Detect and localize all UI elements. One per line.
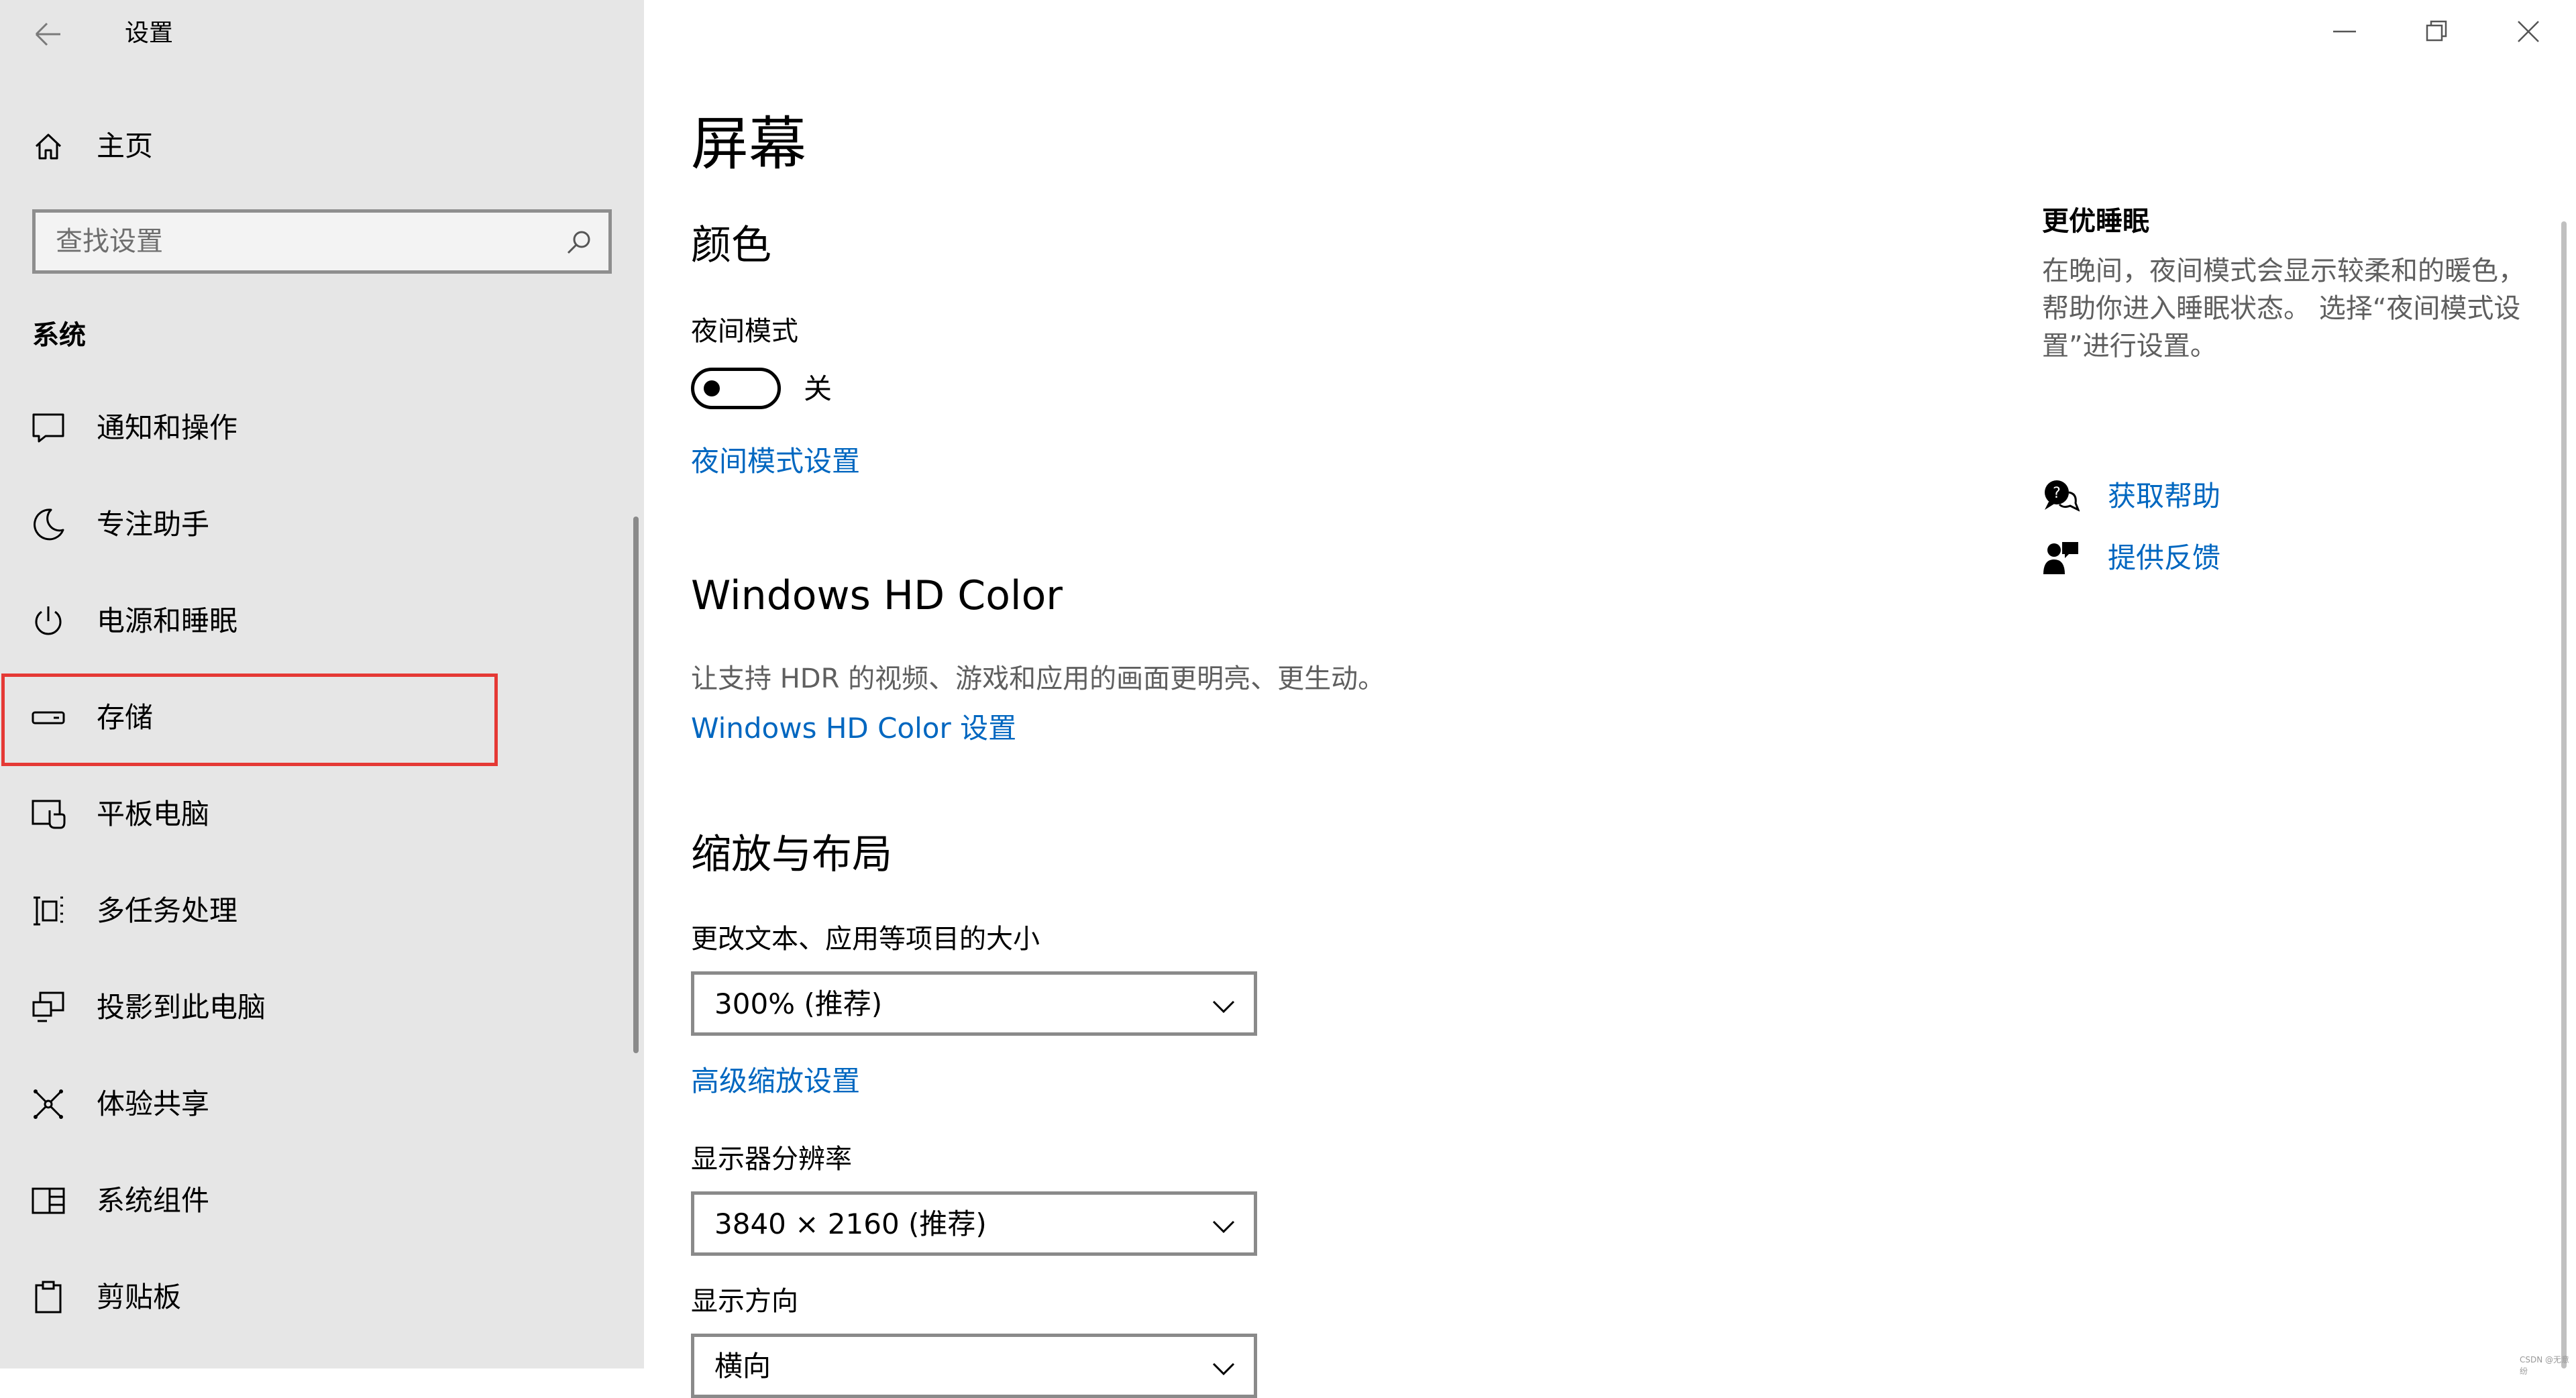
orientation-label: 显示方向 [691, 1286, 798, 1317]
home-label: 主页 [97, 129, 154, 162]
sidebar-item-sound[interactable]: 声音 [0, 373, 631, 380]
storage-icon [32, 711, 65, 724]
multitasking-icon [34, 896, 63, 926]
clipboard-icon [35, 1281, 62, 1313]
window-title: 设置 [125, 19, 174, 47]
resolution-dropdown-value: 3840 × 2160 (推荐) [714, 1207, 987, 1240]
chevron-down-icon [1212, 1220, 1235, 1234]
get-help-row[interactable]: ? 获取帮助 [2042, 476, 2445, 517]
chevron-down-icon [1212, 1362, 1235, 1376]
feedback-link[interactable]: 提供反馈 [2108, 539, 2220, 577]
sidebar-item-label: 系统组件 [97, 1184, 210, 1217]
resolution-label: 显示器分辨率 [691, 1144, 852, 1175]
orientation-dropdown[interactable]: 横向 [691, 1334, 1257, 1398]
search-input[interactable] [36, 213, 608, 270]
feedback-row[interactable]: 提供反馈 [2042, 538, 2445, 578]
sidebar-nav-list: 声音 通知和操作 专注助手 电源和睡眠 [0, 373, 631, 1368]
hdr-description: 让支持 HDR 的视频、游戏和应用的画面更明亮、更生动。 [691, 663, 1385, 694]
size-label: 更改文本、应用等项目的大小 [691, 924, 1040, 955]
sidebar: 设置 主页 系统 声音 通知和操作 [0, 0, 644, 1368]
main-scrollbar[interactable] [2561, 221, 2567, 1368]
power-icon [35, 606, 62, 635]
sidebar-item-label: 专注助手 [97, 508, 210, 541]
projection-icon [32, 991, 64, 1022]
toggle-knob [704, 380, 720, 396]
sidebar-scrollbar[interactable] [633, 517, 639, 1053]
sidebar-item-focus-assist[interactable]: 专注助手 [0, 476, 631, 573]
sidebar-item-label: 体验共享 [97, 1087, 210, 1120]
search-icon[interactable] [564, 227, 594, 257]
sidebar-item-system-components[interactable]: 系统组件 [0, 1152, 631, 1249]
resolution-dropdown[interactable]: 3840 × 2160 (推荐) [691, 1191, 1257, 1256]
svg-text:?: ? [2053, 485, 2061, 502]
sidebar-section-title: 系统 [32, 320, 86, 351]
sidebar-item-tablet[interactable]: 平板电脑 [0, 766, 631, 863]
sidebar-item-label: 投影到此电脑 [97, 991, 266, 1024]
related-description: 在晚间，夜间模式会显示较柔和的暖色，帮助你进入睡眠状态。 选择“夜间模式设置”进… [2042, 256, 2525, 362]
night-mode-toggle[interactable] [691, 368, 781, 409]
sidebar-item-label: 剪贴板 [97, 1281, 182, 1313]
search-box[interactable] [32, 209, 612, 274]
tablet-icon [32, 800, 66, 829]
back-arrow-icon[interactable] [31, 17, 64, 51]
chevron-down-icon [1212, 1000, 1235, 1014]
related-title: 更优睡眠 [2042, 206, 2149, 237]
hdr-settings-link[interactable]: Windows HD Color 设置 [691, 710, 1016, 747]
sidebar-item-label: 多任务处理 [97, 894, 238, 927]
sidebar-item-label: 存储 [97, 701, 154, 734]
orientation-dropdown-value: 横向 [714, 1350, 771, 1383]
section-scale-title: 缩放与布局 [691, 831, 892, 878]
sidebar-item-label: 平板电脑 [97, 798, 210, 830]
advanced-scaling-link[interactable]: 高级缩放设置 [691, 1063, 860, 1100]
sidebar-item-clipboard[interactable]: 剪贴板 [0, 1249, 631, 1346]
sidebar-item-label: 电源和睡眠 [97, 604, 238, 637]
sidebar-item-projection[interactable]: 投影到此电脑 [0, 959, 631, 1056]
size-dropdown-value: 300% (推荐) [714, 987, 883, 1020]
section-hdr-title: Windows HD Color [691, 572, 1063, 619]
system-components-icon [32, 1187, 65, 1214]
sidebar-item-multitasking[interactable]: 多任务处理 [0, 863, 631, 959]
night-mode-settings-link[interactable]: 夜间模式设置 [691, 443, 860, 480]
notification-icon [32, 413, 64, 443]
sidebar-item-power-sleep[interactable]: 电源和睡眠 [0, 573, 631, 669]
page-title: 屏幕 [691, 111, 806, 178]
size-dropdown[interactable]: 300% (推荐) [691, 971, 1257, 1036]
sidebar-item-home[interactable]: 主页 [0, 121, 644, 172]
sidebar-item-storage[interactable]: 存储 [0, 669, 631, 766]
sidebar-item-label: 通知和操作 [97, 411, 238, 444]
feedback-icon [2043, 542, 2078, 574]
help-chat-icon: ? [2045, 480, 2080, 512]
watermark: CSDN @无意纷 [2520, 1355, 2570, 1376]
section-color-title: 颜色 [691, 222, 771, 269]
night-mode-state: 关 [804, 372, 833, 405]
moon-icon [34, 508, 64, 541]
sidebar-item-shared-experiences[interactable]: 体验共享 [0, 1056, 631, 1152]
night-mode-label: 夜间模式 [691, 316, 798, 347]
get-help-link[interactable]: 获取帮助 [2108, 478, 2220, 515]
sidebar-item-notifications[interactable]: 通知和操作 [0, 380, 631, 476]
main-content: 屏幕 颜色 夜间模式 关 夜间模式设置 Windows HD Color 让支持… [644, 0, 2576, 1398]
home-icon [35, 133, 62, 160]
shared-experiences-icon [34, 1089, 63, 1119]
